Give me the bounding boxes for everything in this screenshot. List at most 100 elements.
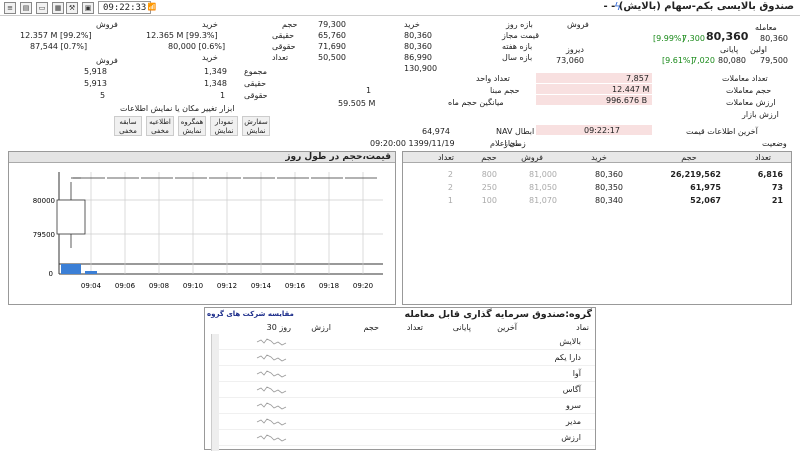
- first-label: اولین: [750, 45, 768, 54]
- intraday-chart[interactable]: 09:04 09:06 09:08 09:10 09:12 09:14 09:16 09:18…: [9, 164, 395, 304]
- group-symbol[interactable]: بالایش: [559, 337, 581, 346]
- clock: 09:22:33: [98, 1, 152, 14]
- avg-label: میانگین حجم ماه: [448, 98, 504, 107]
- yesterday-price: 73,060: [556, 56, 584, 65]
- spark-30d: [256, 402, 287, 410]
- row-divider: [219, 381, 595, 382]
- ob-count: 73: [771, 183, 783, 192]
- final-label: پایانی: [720, 45, 739, 54]
- ob-buy-price: 80,360: [595, 170, 623, 179]
- allowed-range-label: قیمت مجاز: [502, 31, 540, 40]
- ob-volume: 26,219,562: [670, 170, 721, 179]
- ob-sell-count-header: تعداد: [437, 153, 455, 162]
- volume-label: حجم معاملات: [726, 86, 772, 95]
- last-info-label: آخرین اطلاعات قیمت: [686, 127, 758, 136]
- candle-body: [56, 199, 86, 235]
- real2-sell: 5,913: [84, 79, 107, 88]
- day-high: 80,360: [404, 31, 432, 40]
- doc-icon[interactable]: ▤: [20, 2, 32, 14]
- list-icon[interactable]: ≡: [4, 2, 16, 14]
- tools-hint: ابزار تغییر مکان یا نمایش اطلاعات: [120, 104, 235, 113]
- last-change: 7,300: [682, 34, 705, 43]
- group-toggle-button[interactable]: همگروه نمایش: [178, 116, 206, 136]
- ob-count: 21: [771, 196, 783, 205]
- ob-sell-count: 2: [447, 170, 453, 179]
- base-value: 12.447 M: [612, 85, 650, 94]
- group-symbol[interactable]: آوا: [573, 369, 581, 378]
- spark-30d: [256, 338, 287, 346]
- final-price: 80,080: [718, 56, 746, 65]
- row-divider: [219, 397, 595, 398]
- g-vol-header: حجم: [363, 323, 379, 332]
- real2-buy: 1,348: [204, 79, 227, 88]
- row-divider: [219, 413, 595, 414]
- sum-buy: 1,349: [204, 67, 227, 76]
- last-price-right: 80,360: [760, 34, 788, 43]
- vol-sell-real: 12.357 M [99.2%]: [20, 31, 92, 40]
- real2-label: حقیقی: [244, 79, 267, 88]
- group-symbol[interactable]: دارا یکم: [555, 353, 581, 362]
- vol-buy-real: 12.365 M [99.3%]: [146, 31, 218, 40]
- chart-icon[interactable]: 📶: [146, 2, 158, 14]
- orders-toggle-button[interactable]: سفارش نمایش: [242, 116, 270, 136]
- vol-sell-label: فروش: [96, 20, 118, 29]
- base-label: حجم مبنا: [490, 86, 520, 95]
- sell-col-label: فروش: [567, 20, 589, 29]
- group-symbol[interactable]: سرو: [566, 401, 581, 410]
- tools-icon[interactable]: ⚒: [66, 2, 78, 14]
- x-tick-label: 09:06: [115, 282, 136, 290]
- window-icon[interactable]: ▭: [36, 2, 48, 14]
- chart-toggle-button[interactable]: نمودار نمایش: [210, 116, 238, 136]
- history-toggle-button[interactable]: سابقه مخفی: [114, 116, 142, 136]
- ob-vol-header: حجم: [681, 153, 697, 162]
- year-high: 130,900: [404, 64, 438, 73]
- compare-group-link[interactable]: مقایسه شرکت های گروه: [207, 310, 294, 318]
- ob-sell-count: 1: [447, 196, 453, 205]
- count-label: تعداد: [272, 53, 289, 62]
- ob-buy-price: 80,350: [595, 183, 623, 192]
- last-trade-label: معامله: [755, 23, 777, 32]
- spark-30d: [256, 434, 287, 442]
- row-divider: [219, 445, 595, 446]
- intraday-chart-panel: قیمت،حجم در طول روز 09:04 09:06 09:08 09:10…: [8, 151, 396, 305]
- ob-sell-price: 81,000: [529, 170, 557, 179]
- row-divider: [219, 365, 595, 366]
- vol-label: حجم: [282, 20, 298, 29]
- x-tick-label: 09:18: [319, 282, 339, 290]
- allowed-high: 80,360: [404, 42, 432, 51]
- group-symbol[interactable]: آگاس: [563, 385, 581, 394]
- legal2-label: حقوقی: [244, 91, 268, 100]
- group-table: گروه:صندوق سرمایه گذاری قابل معامله مقای…: [204, 307, 596, 451]
- vol-real-label: حقیقی: [272, 31, 295, 40]
- count-sell-label: فروش: [96, 56, 118, 65]
- x-tick-label: 09:10: [183, 282, 203, 290]
- group-scrollbar[interactable]: [211, 334, 219, 451]
- legal2-buy: 1: [220, 91, 226, 100]
- group-symbol[interactable]: ارزش: [561, 433, 581, 442]
- spark-30d: [256, 418, 287, 426]
- ob-sell-volume: 100: [481, 196, 497, 205]
- legal2-sell: 5: [100, 91, 106, 100]
- day-low: 79,300: [318, 20, 346, 29]
- mkt-value-label: ارزش بازار: [742, 110, 779, 119]
- g-30d-header: 30 روز: [266, 323, 291, 332]
- notice-toggle-button[interactable]: اطلاعیه مخفی: [146, 116, 174, 136]
- x-tick-label: 09:12: [217, 282, 237, 290]
- ob-sell-price: 81,050: [529, 183, 557, 192]
- base-side-value: 1: [366, 86, 372, 95]
- status-label: وضعیت: [762, 139, 787, 148]
- g-final-header: پایانی: [452, 323, 471, 332]
- x-tick-label: 09:08: [149, 282, 169, 290]
- vol-legal-label: حقوقی: [272, 42, 296, 51]
- doc-icon[interactable]: ▣: [82, 2, 94, 14]
- nav-value: 64,974: [422, 127, 450, 136]
- vol-buy-legal: 80,000 [0.6%]: [168, 42, 226, 51]
- grid-icon[interactable]: ▦: [52, 2, 64, 14]
- group-symbol[interactable]: مدیر: [566, 417, 581, 426]
- nav-time-value: 09:20:00 1399/11/19: [370, 139, 455, 148]
- value-label: ارزش معاملات: [726, 98, 776, 107]
- ob-sell-vol-header: حجم: [481, 153, 497, 162]
- ob-sell-header: فروش: [521, 153, 543, 162]
- year-range-label: بازه سال: [502, 53, 533, 62]
- nav-time-label: زمان اعلام: [490, 139, 526, 148]
